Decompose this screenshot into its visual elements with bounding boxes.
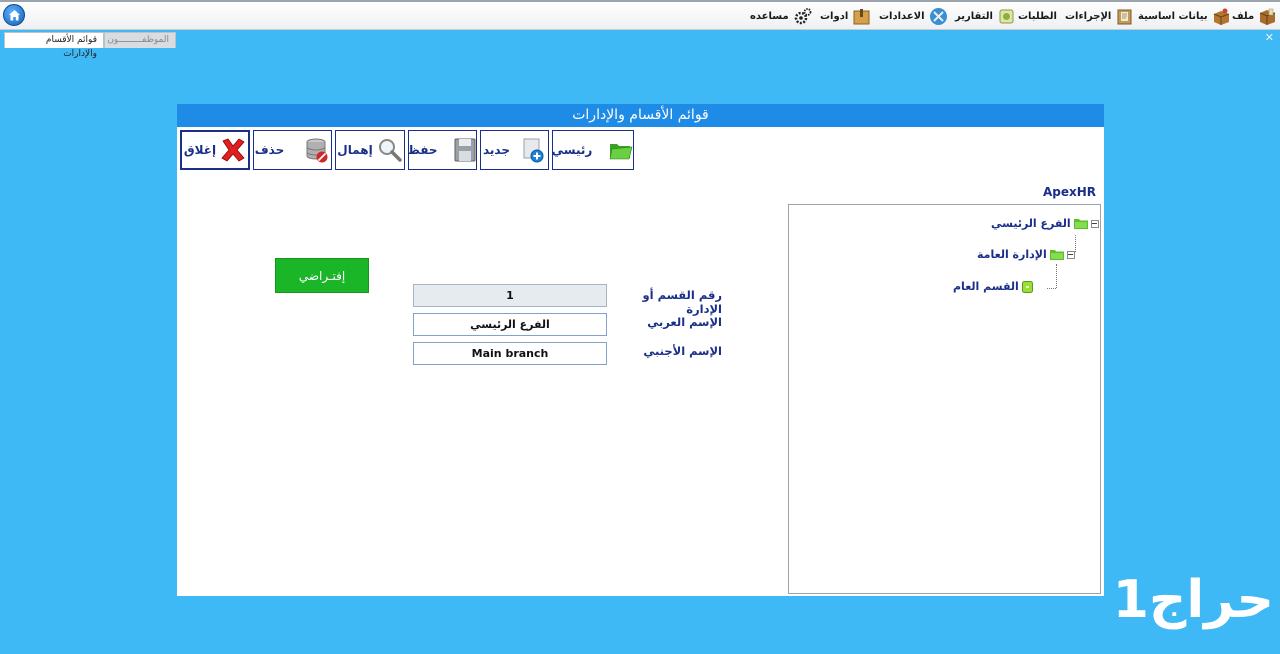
procedures-icon bbox=[1115, 7, 1134, 26]
menu-requests[interactable]: الطلبات bbox=[1018, 5, 1057, 27]
tab-employees[interactable]: الموظفـــــــــون bbox=[104, 32, 176, 48]
arabic-name-label: الإسم العربي bbox=[647, 315, 722, 329]
delete-button[interactable]: حذف bbox=[253, 130, 332, 170]
collapse-icon[interactable]: − bbox=[1066, 250, 1075, 259]
main-button[interactable]: رئيسي bbox=[552, 130, 634, 170]
window-title: قوائم الأقسام والإدارات bbox=[177, 104, 1104, 127]
new-document-icon bbox=[520, 136, 546, 164]
menu-tools[interactable]: ادوات bbox=[820, 5, 871, 27]
department-code-field[interactable] bbox=[413, 284, 607, 307]
departments-tree[interactable]: − الفرع الرئيسي − الإدارة العامة القسم ا… bbox=[788, 204, 1101, 594]
tree-node-main-branch[interactable]: − الفرع الرئيسي bbox=[991, 217, 1099, 230]
tree-node-general-management[interactable]: − الإدارة العامة bbox=[977, 248, 1075, 261]
window-edge bbox=[0, 0, 1280, 2]
tree-connector bbox=[1056, 264, 1057, 288]
tree-connector bbox=[1047, 288, 1056, 289]
menu-file[interactable]: ملف bbox=[1232, 5, 1277, 27]
settings-tools-icon bbox=[929, 7, 948, 26]
floppy-disk-icon bbox=[452, 136, 478, 164]
foreign-name-label: الإسم الأجنبي bbox=[643, 344, 722, 358]
leaf-node-icon bbox=[1021, 280, 1033, 293]
departments-window: قوائم الأقسام والإدارات إغلاق حذف إهمال … bbox=[177, 104, 1104, 596]
close-button[interactable]: إغلاق bbox=[180, 130, 250, 170]
default-button[interactable]: إفتـراضي bbox=[275, 258, 369, 293]
reports-icon bbox=[997, 7, 1016, 26]
gears-icon bbox=[793, 7, 812, 26]
menu-help[interactable]: مساعده bbox=[750, 5, 812, 27]
brand-label: ApexHR bbox=[1043, 185, 1097, 199]
watermark-text: حراج1 bbox=[1112, 570, 1274, 630]
file-box-icon bbox=[1258, 7, 1277, 26]
magnifier-icon bbox=[377, 136, 403, 164]
ignore-button[interactable]: إهمال bbox=[335, 130, 405, 170]
menu-basic-data[interactable]: بيانات اساسية bbox=[1138, 5, 1231, 27]
home-icon bbox=[9, 10, 20, 21]
menu-bar: ملف بيانات اساسية الإجراءات الطلبات التق… bbox=[0, 0, 1280, 30]
green-folder-icon bbox=[608, 136, 634, 164]
new-button[interactable]: جديد bbox=[480, 130, 549, 170]
data-box-icon bbox=[1212, 7, 1231, 26]
folder-icon bbox=[1049, 250, 1064, 260]
close-x-icon bbox=[220, 136, 246, 164]
foreign-name-field[interactable] bbox=[413, 342, 607, 365]
menu-settings[interactable]: الاعدادات bbox=[879, 5, 948, 27]
arabic-name-field[interactable] bbox=[413, 313, 607, 336]
menu-procedures[interactable]: الإجراءات bbox=[1065, 5, 1134, 27]
tree-node-general-section[interactable]: القسم العام bbox=[953, 280, 1033, 293]
tab-strip: قوائم الأقسام والإدارات الموظفـــــــــو… bbox=[0, 30, 1280, 59]
tab-departments-lists[interactable]: قوائم الأقسام والإدارات bbox=[4, 32, 104, 59]
department-code-label: رقم القسم أو الإدارة bbox=[642, 288, 722, 316]
home-button[interactable] bbox=[3, 4, 25, 26]
tools-box-icon bbox=[852, 7, 871, 26]
tree-connector bbox=[1075, 235, 1076, 252]
save-button[interactable]: حفظ bbox=[407, 130, 478, 170]
delete-database-icon bbox=[304, 136, 330, 164]
close-tab-icon[interactable]: ✕ bbox=[1265, 31, 1274, 44]
collapse-icon[interactable]: − bbox=[1090, 219, 1099, 228]
menu-reports[interactable]: التقارير bbox=[955, 5, 1016, 27]
folder-icon bbox=[1073, 219, 1088, 229]
